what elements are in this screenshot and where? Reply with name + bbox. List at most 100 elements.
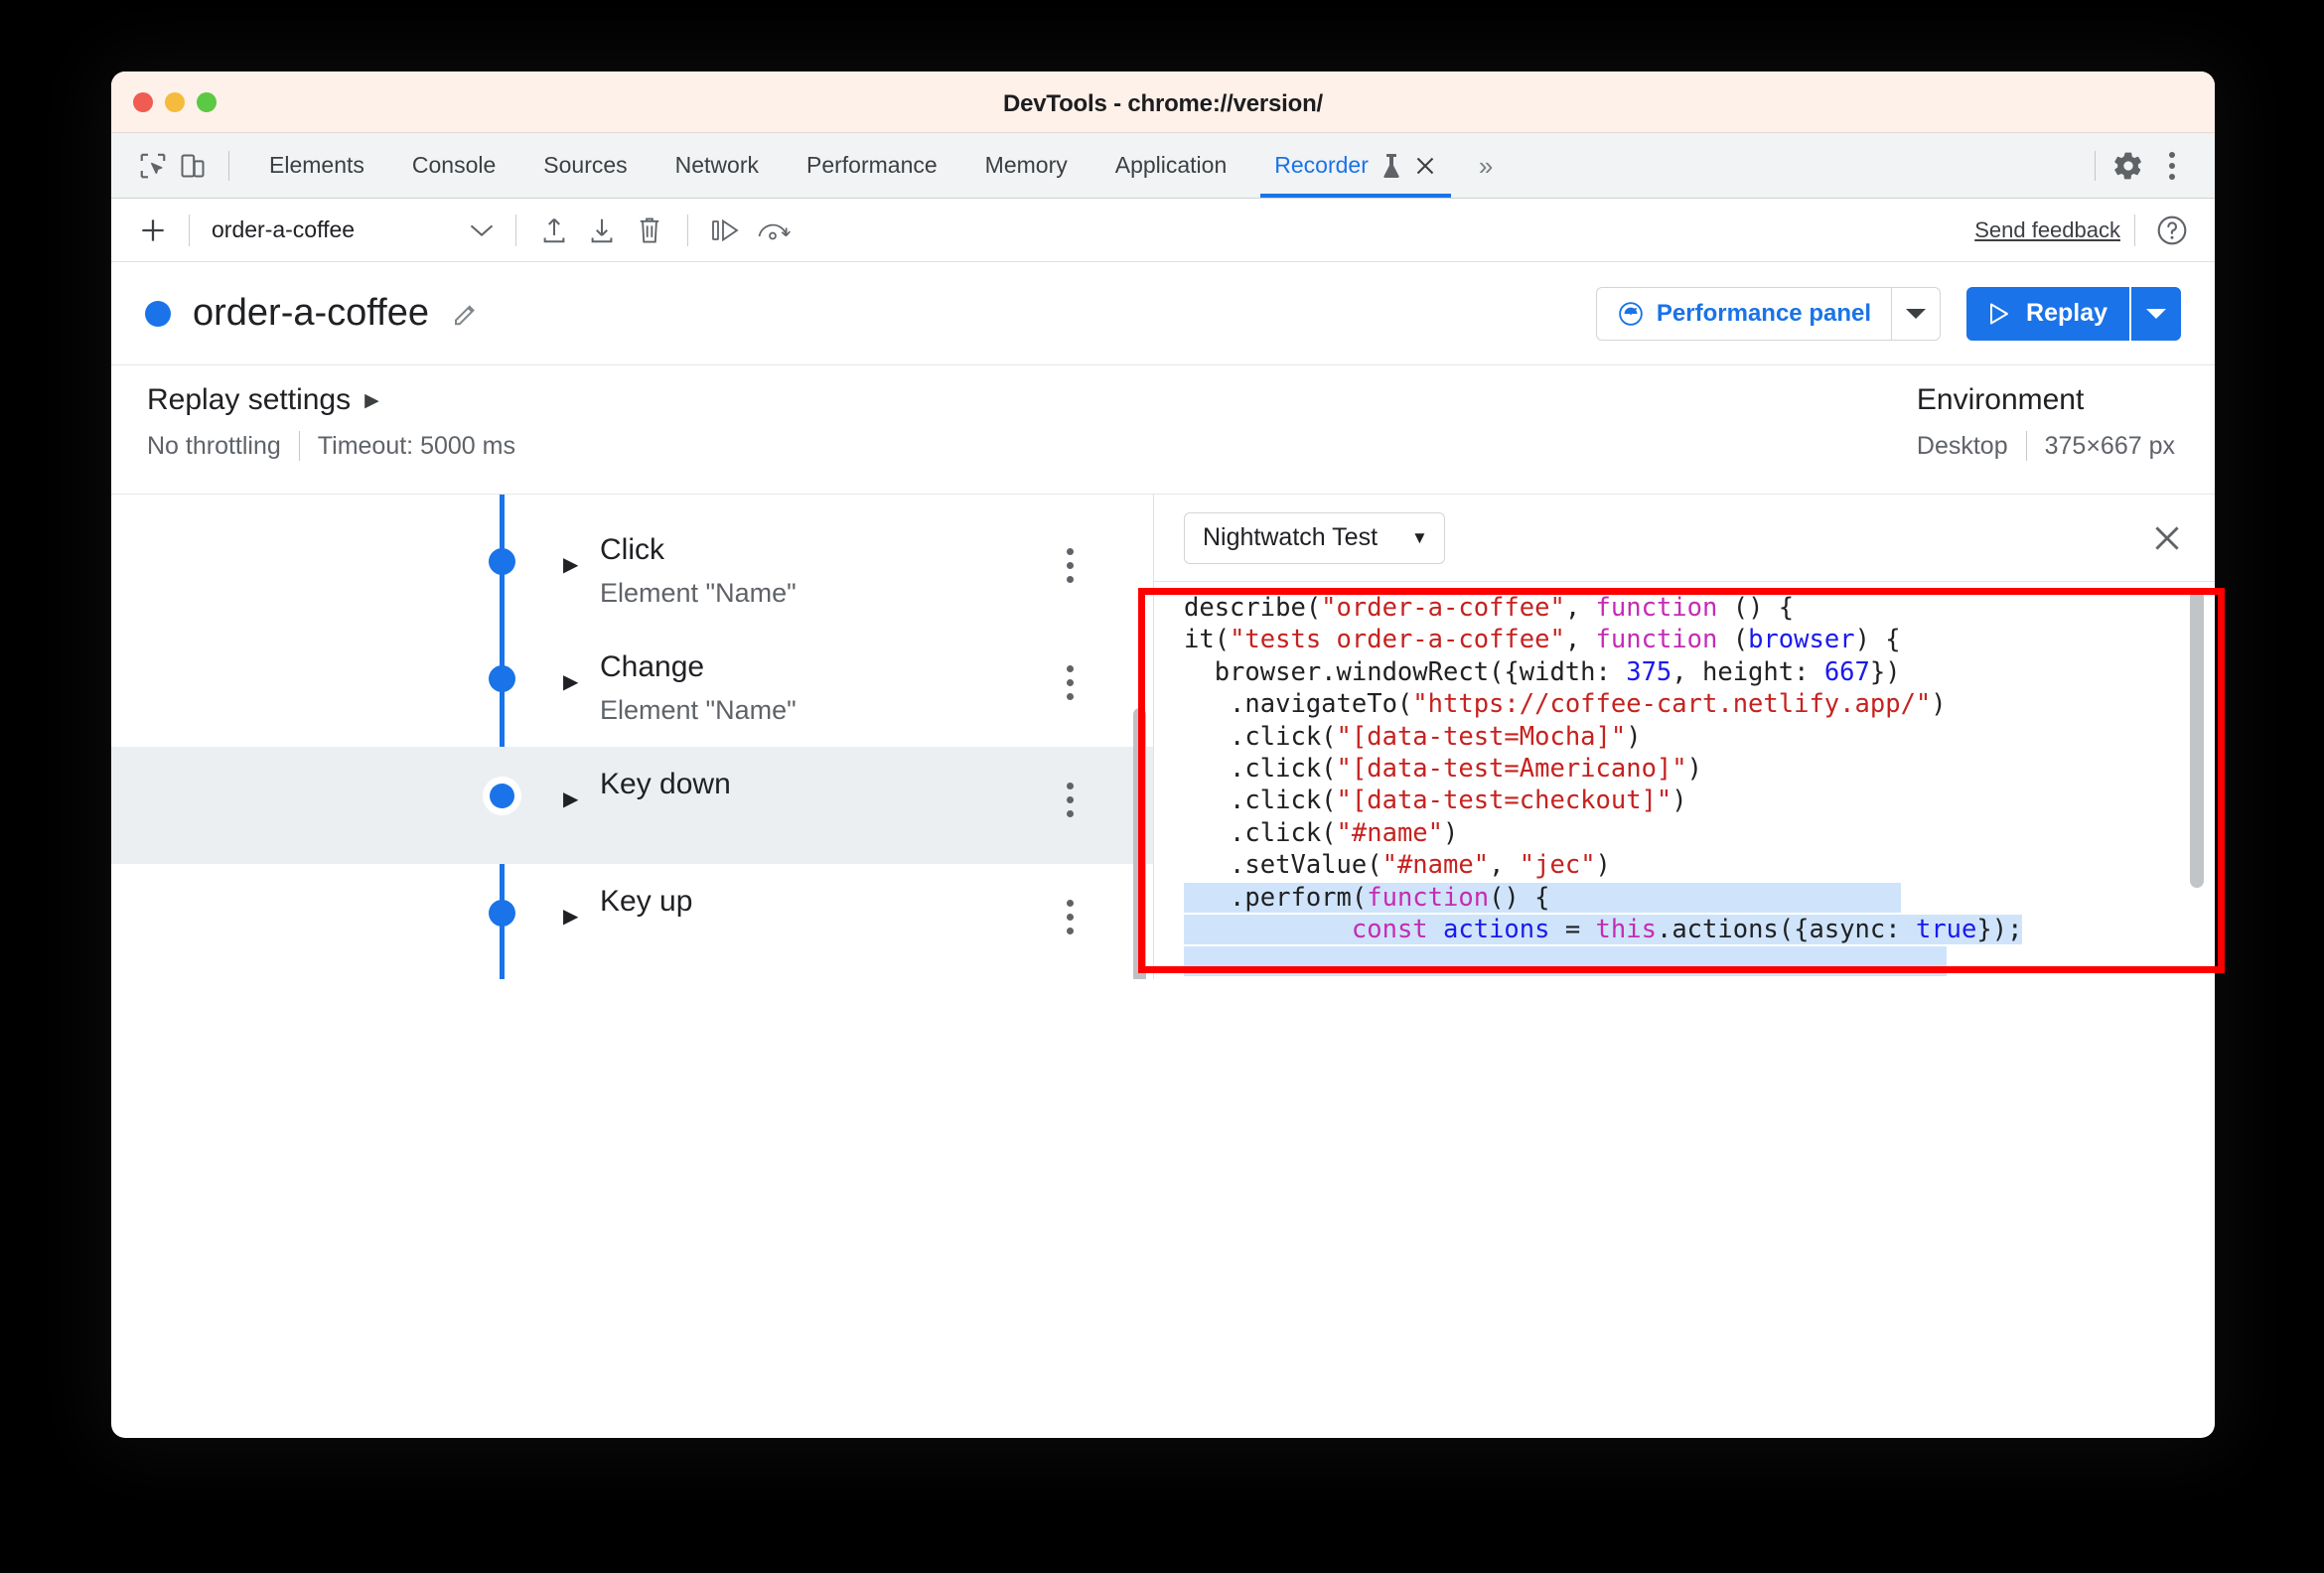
table-row[interactable]: ▶ Key up bbox=[111, 864, 1153, 979]
step-menu-icon[interactable] bbox=[1067, 900, 1074, 934]
more-options-icon[interactable] bbox=[2151, 143, 2193, 189]
expand-triangle-icon[interactable]: ▶ bbox=[563, 786, 578, 811]
recording-header: order-a-coffee Performance panel Replay bbox=[111, 262, 2215, 365]
recorder-toolbar: order-a-coffee Send feedback bbox=[111, 199, 2215, 262]
expand-triangle-icon[interactable]: ▶ bbox=[563, 669, 578, 694]
toolbar-divider bbox=[2134, 214, 2135, 246]
tab-console[interactable]: Console bbox=[388, 133, 519, 198]
scrollbar-thumb[interactable] bbox=[1133, 708, 1146, 979]
panel-tabs: Elements Console Sources Network Perform… bbox=[245, 133, 1511, 198]
environment-section: Environment Desktop 375×667 px bbox=[1917, 365, 2175, 494]
replay-settings-label: Replay settings bbox=[147, 383, 352, 416]
environment-values: Desktop 375×667 px bbox=[1917, 431, 2175, 461]
inspect-element-icon[interactable] bbox=[133, 146, 173, 186]
value-divider bbox=[2025, 431, 2027, 461]
step-menu-icon[interactable] bbox=[1067, 548, 1074, 583]
step-bullet bbox=[483, 777, 521, 815]
gear-icon[interactable] bbox=[2106, 143, 2151, 189]
tab-label: Console bbox=[411, 152, 497, 178]
recording-selector[interactable]: order-a-coffee bbox=[204, 216, 502, 243]
step-over-icon[interactable] bbox=[702, 207, 750, 254]
code-pane-header: Nightwatch Test ▼ bbox=[1154, 495, 2215, 582]
steps-scrollbar[interactable] bbox=[1129, 495, 1149, 979]
environment-label: Environment bbox=[1916, 383, 2085, 416]
device-toolbar-icon[interactable] bbox=[173, 146, 213, 186]
tab-performance[interactable]: Performance bbox=[783, 133, 961, 198]
export-format-select[interactable]: Nightwatch Test ▼ bbox=[1184, 511, 1445, 564]
step-menu-icon[interactable] bbox=[1067, 665, 1074, 700]
export-icon[interactable] bbox=[530, 207, 578, 254]
tab-elements[interactable]: Elements bbox=[245, 133, 388, 198]
replay-button-caret[interactable] bbox=[2131, 287, 2181, 341]
play-icon bbox=[1986, 301, 2012, 327]
step-bullet bbox=[489, 665, 515, 692]
performance-panel-main[interactable]: Performance panel bbox=[1597, 288, 1891, 340]
steps-list: ▶ Click Element "Name" ▶ Change Element … bbox=[111, 495, 1153, 979]
add-recording-icon[interactable] bbox=[131, 209, 175, 252]
tab-recorder[interactable]: Recorder bbox=[1250, 133, 1461, 198]
record-replay-icon[interactable] bbox=[750, 207, 798, 254]
viewport-value: 375×667 px bbox=[2044, 431, 2175, 460]
tab-label: Elements bbox=[269, 152, 364, 178]
expand-triangle-icon[interactable]: ▶ bbox=[563, 904, 578, 929]
toolbar-right-actions: Send feedback bbox=[1974, 208, 2215, 253]
tab-label: Recorder bbox=[1274, 152, 1369, 178]
pencil-icon[interactable] bbox=[451, 299, 481, 329]
tab-memory[interactable]: Memory bbox=[961, 133, 1091, 198]
chevron-down-icon: ▼ bbox=[1411, 527, 1428, 547]
throttling-value: No throttling bbox=[147, 431, 281, 460]
code-scrollbar[interactable] bbox=[2187, 588, 2207, 973]
tab-bar-actions bbox=[2091, 143, 2215, 189]
timeout-value: Timeout: 5000 ms bbox=[317, 431, 515, 460]
close-tab-icon[interactable] bbox=[1413, 154, 1437, 178]
actions-divider bbox=[2095, 150, 2096, 181]
table-row[interactable]: ▶ Click Element "Name" bbox=[111, 512, 1153, 630]
delete-icon[interactable] bbox=[626, 207, 673, 254]
settings-strip: Replay settings ▶ No throttling Timeout:… bbox=[111, 365, 2215, 495]
table-row[interactable]: ▶ Key down bbox=[111, 747, 1153, 864]
tab-application[interactable]: Application bbox=[1091, 133, 1251, 198]
replay-button-label: Replay bbox=[2026, 299, 2107, 327]
tab-sources[interactable]: Sources bbox=[519, 133, 651, 198]
replay-button-main[interactable]: Replay bbox=[1966, 287, 2129, 341]
recording-selector-label: order-a-coffee bbox=[212, 216, 356, 242]
toolbar-divider bbox=[189, 214, 190, 246]
replay-button[interactable]: Replay bbox=[1966, 286, 2181, 341]
tab-label: Performance bbox=[806, 152, 938, 178]
performance-panel-button[interactable]: Performance panel bbox=[1595, 286, 1942, 341]
send-feedback-link[interactable]: Send feedback bbox=[1974, 217, 2120, 243]
replay-settings-toggle[interactable]: Replay settings ▶ bbox=[147, 383, 515, 417]
toolbar-divider bbox=[515, 214, 516, 246]
screenshot-root: DevTools - chrome://version/ Elements Co… bbox=[0, 0, 2324, 1573]
chevron-down-icon bbox=[468, 221, 502, 239]
generated-code: describe("order-a-coffee", function () {… bbox=[1154, 582, 2215, 979]
replay-settings-section: Replay settings ▶ No throttling Timeout:… bbox=[147, 365, 515, 494]
window-title-bar: DevTools - chrome://version/ bbox=[111, 72, 2215, 133]
close-icon[interactable] bbox=[2141, 512, 2193, 564]
step-menu-icon[interactable] bbox=[1067, 783, 1074, 817]
code-editor[interactable]: describe("order-a-coffee", function () {… bbox=[1154, 582, 2215, 979]
replay-settings-values: No throttling Timeout: 5000 ms bbox=[147, 431, 515, 461]
page-title: order-a-coffee bbox=[193, 292, 429, 334]
performance-panel-label: Performance panel bbox=[1656, 299, 1872, 327]
tab-label: Network bbox=[674, 152, 759, 178]
toolbar-divider bbox=[228, 150, 229, 181]
devtools-tab-bar: Elements Console Sources Network Perform… bbox=[111, 133, 2215, 199]
value-divider bbox=[298, 431, 300, 461]
toolbar-divider bbox=[687, 214, 688, 246]
recorder-body: ▶ Click Element "Name" ▶ Change Element … bbox=[111, 495, 2215, 979]
scrollbar-thumb[interactable] bbox=[2190, 590, 2204, 888]
performance-panel-caret[interactable] bbox=[1892, 288, 1940, 340]
window-title: DevTools - chrome://version/ bbox=[1002, 90, 1324, 117]
gauge-icon bbox=[1617, 300, 1645, 328]
export-format-label: Nightwatch Test bbox=[1203, 523, 1379, 551]
import-icon[interactable] bbox=[578, 207, 626, 254]
tab-label: Memory bbox=[984, 152, 1068, 178]
expand-triangle-icon: ▶ bbox=[364, 389, 379, 411]
expand-triangle-icon[interactable]: ▶ bbox=[563, 552, 578, 577]
help-icon[interactable] bbox=[2149, 208, 2195, 253]
table-row[interactable]: ▶ Change Element "Name" bbox=[111, 630, 1153, 747]
tab-network[interactable]: Network bbox=[652, 133, 783, 198]
experiment-flask-icon bbox=[1380, 153, 1402, 179]
more-tabs-icon[interactable]: » bbox=[1461, 153, 1511, 179]
